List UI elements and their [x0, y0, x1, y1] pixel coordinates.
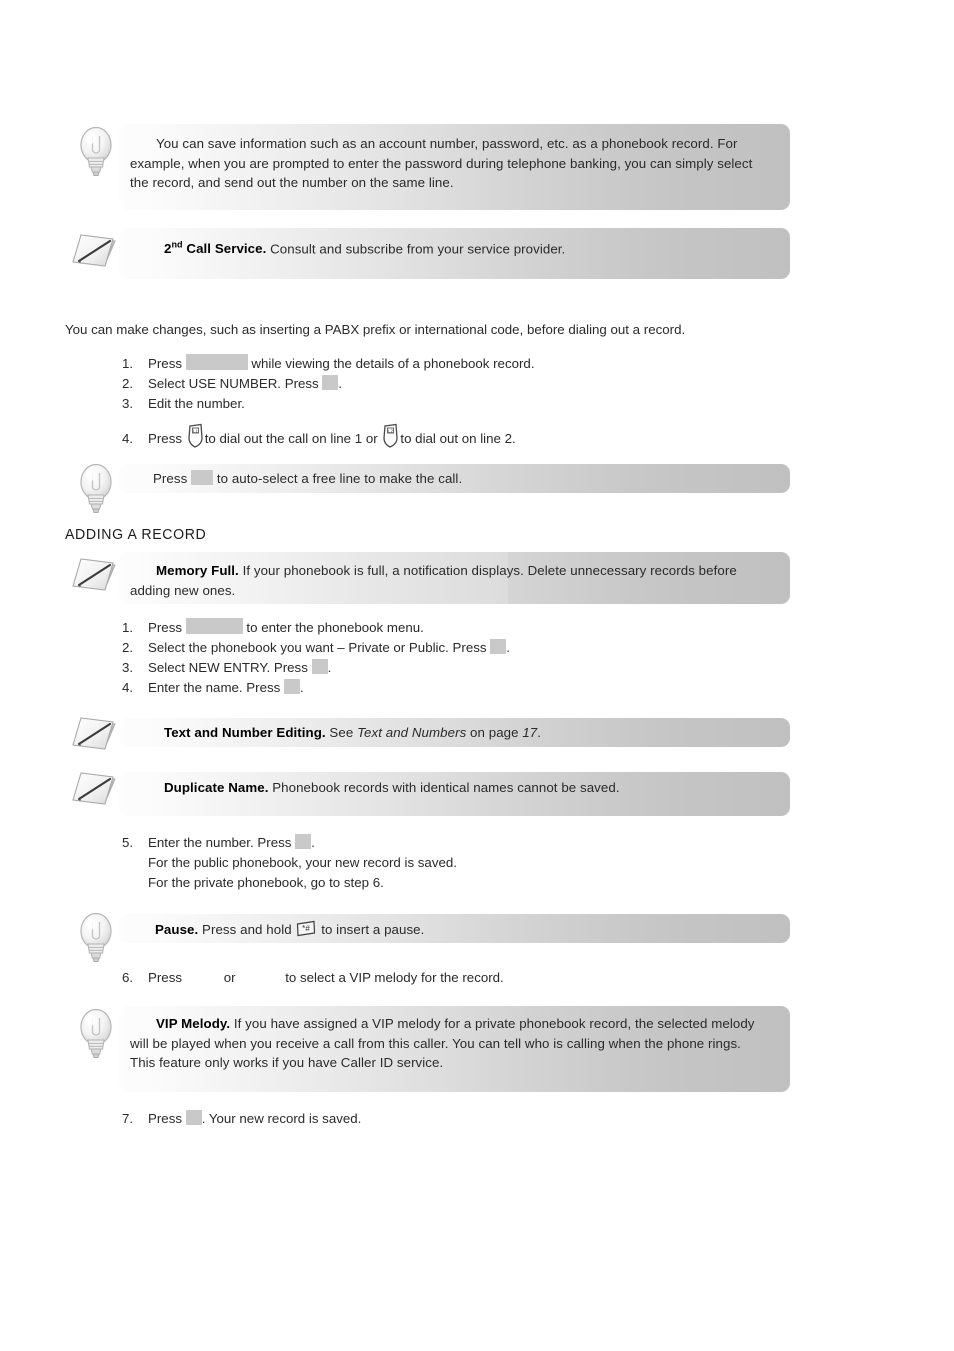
svg-text:L2: L2	[388, 428, 393, 433]
step-text-before: Select NEW ENTRY. Press	[148, 660, 308, 675]
step-text-before: Enter the number. Press	[148, 835, 292, 850]
step-text: Edit the number.	[148, 396, 245, 411]
line2-key-icon: L2	[381, 423, 400, 449]
step-text-after: .	[338, 376, 343, 391]
step-adding-4: 4. Enter the name. Press .	[122, 678, 304, 698]
note-icon	[68, 711, 122, 759]
step-dialing-3: 3. Edit the number.	[122, 394, 245, 414]
step-number: 5.	[122, 835, 134, 850]
step-number: 1.	[122, 620, 134, 635]
callout-vip-melody-text: VIP Melody. If you have assigned a VIP m…	[130, 1016, 755, 1070]
step-text-after: while viewing the details of a phonebook…	[251, 356, 535, 371]
step-text-after: .	[300, 680, 304, 695]
redacted-key-chip	[185, 354, 248, 370]
step-number: 7.	[122, 1111, 134, 1126]
note-icon	[68, 552, 122, 600]
section-heading-adding-a-record: ADDING A RECORD	[65, 526, 207, 543]
step-number: 2.	[122, 376, 134, 391]
step-dialing-4: 4. Press L1 to dial out the call on line …	[122, 423, 516, 449]
step-text-middle: to dial out the call on line 1 or	[204, 431, 378, 446]
step-text-after: to select a VIP melody for the record.	[285, 970, 504, 985]
step-text-before: Press	[148, 620, 182, 635]
step-text: For the public phonebook, your new recor…	[148, 855, 457, 870]
step-text-after: .	[311, 835, 315, 850]
lightbulb-icon	[74, 1004, 118, 1066]
step-text-before: Select USE NUMBER. Press	[148, 376, 319, 391]
step-text-before: Press	[148, 431, 182, 446]
callout-auto-select-line-text: Press to auto-select a free line to make…	[153, 470, 463, 486]
step-number: 3.	[122, 396, 134, 411]
svg-text:L1: L1	[193, 428, 198, 433]
callout-memory-full-text: Memory Full. If your phonebook is full, …	[130, 563, 737, 598]
manual-page: You can save information such as an acco…	[0, 0, 954, 1351]
step-text-after: to enter the phonebook menu.	[246, 620, 424, 635]
step-number: 4.	[122, 431, 134, 446]
step-number: 1.	[122, 356, 134, 371]
step-number: 4.	[122, 680, 134, 695]
lightbulb-icon	[74, 122, 118, 184]
line1-key-icon: L1	[186, 423, 205, 449]
redacted-key-chip-blank	[186, 969, 224, 984]
redacted-key-chip	[322, 375, 339, 390]
step-text-before: Press	[148, 970, 182, 985]
callout-save-info-text: You can save information such as an acco…	[130, 136, 753, 190]
step-text-after: .	[327, 660, 332, 675]
step-number: 6.	[122, 970, 134, 985]
step-text-before: Press	[148, 356, 182, 371]
step-dialing-2: 2. Select USE NUMBER. Press .	[122, 374, 342, 394]
callout-second-call-service-text: 2nd Call Service. Consult and subscribe …	[164, 240, 566, 257]
step-number: 2.	[122, 640, 134, 655]
step-number: 3.	[122, 660, 134, 675]
step-text-before: Select the phonebook you want – Private …	[148, 640, 487, 655]
redacted-key-chip	[185, 618, 243, 634]
step-adding-1: 1. Press to enter the phonebook menu.	[122, 618, 424, 638]
step-7: 7. Press . Your new record is saved.	[122, 1109, 361, 1129]
step-text-after: to dial out on line 2.	[400, 431, 516, 446]
callout-pause-text: Pause. Press and hold *# to insert a pau…	[155, 919, 424, 940]
note-icon	[68, 228, 122, 276]
star-hash-key-icon: *#	[295, 919, 317, 939]
step-text-after: . Your new record is saved.	[201, 1111, 362, 1126]
step-adding-3: 3. Select NEW ENTRY. Press .	[122, 658, 331, 678]
svg-text:*#: *#	[303, 924, 311, 933]
redacted-key-chip	[490, 639, 507, 654]
note-icon	[68, 766, 122, 814]
redacted-key-chip	[284, 679, 300, 694]
step-text-after: .	[506, 640, 510, 655]
step-text: For the private phonebook, go to step 6.	[148, 875, 384, 890]
step-dialing-1: 1. Press while viewing the details of a p…	[122, 354, 535, 374]
step-text-before: Press	[148, 1111, 182, 1126]
lightbulb-icon	[74, 908, 118, 970]
step-6: 6. Press or to select a VIP melody for th…	[122, 968, 504, 988]
callout-text-number-editing-text: Text and Number Editing. See Text and Nu…	[164, 725, 542, 740]
redacted-key-chip	[191, 470, 214, 485]
step-text-middle: or	[223, 970, 236, 985]
redacted-key-chip-blank	[239, 969, 285, 984]
redacted-key-chip	[311, 659, 328, 674]
step-text-before: Enter the name. Press	[148, 680, 281, 695]
step-5-line-3: For the private phonebook, go to step 6.	[122, 873, 384, 893]
redacted-key-chip	[185, 1110, 202, 1125]
intro-paragraph: You can make changes, such as inserting …	[65, 322, 686, 337]
step-5-line-2: For the public phonebook, your new recor…	[122, 853, 457, 873]
lightbulb-icon	[74, 459, 118, 521]
callout-duplicate-name-text: Duplicate Name. Phonebook records with i…	[164, 780, 620, 795]
step-5: 5. Enter the number. Press .	[122, 833, 315, 853]
step-adding-2: 2. Select the phonebook you want – Privat…	[122, 638, 510, 658]
redacted-key-chip	[295, 834, 312, 849]
